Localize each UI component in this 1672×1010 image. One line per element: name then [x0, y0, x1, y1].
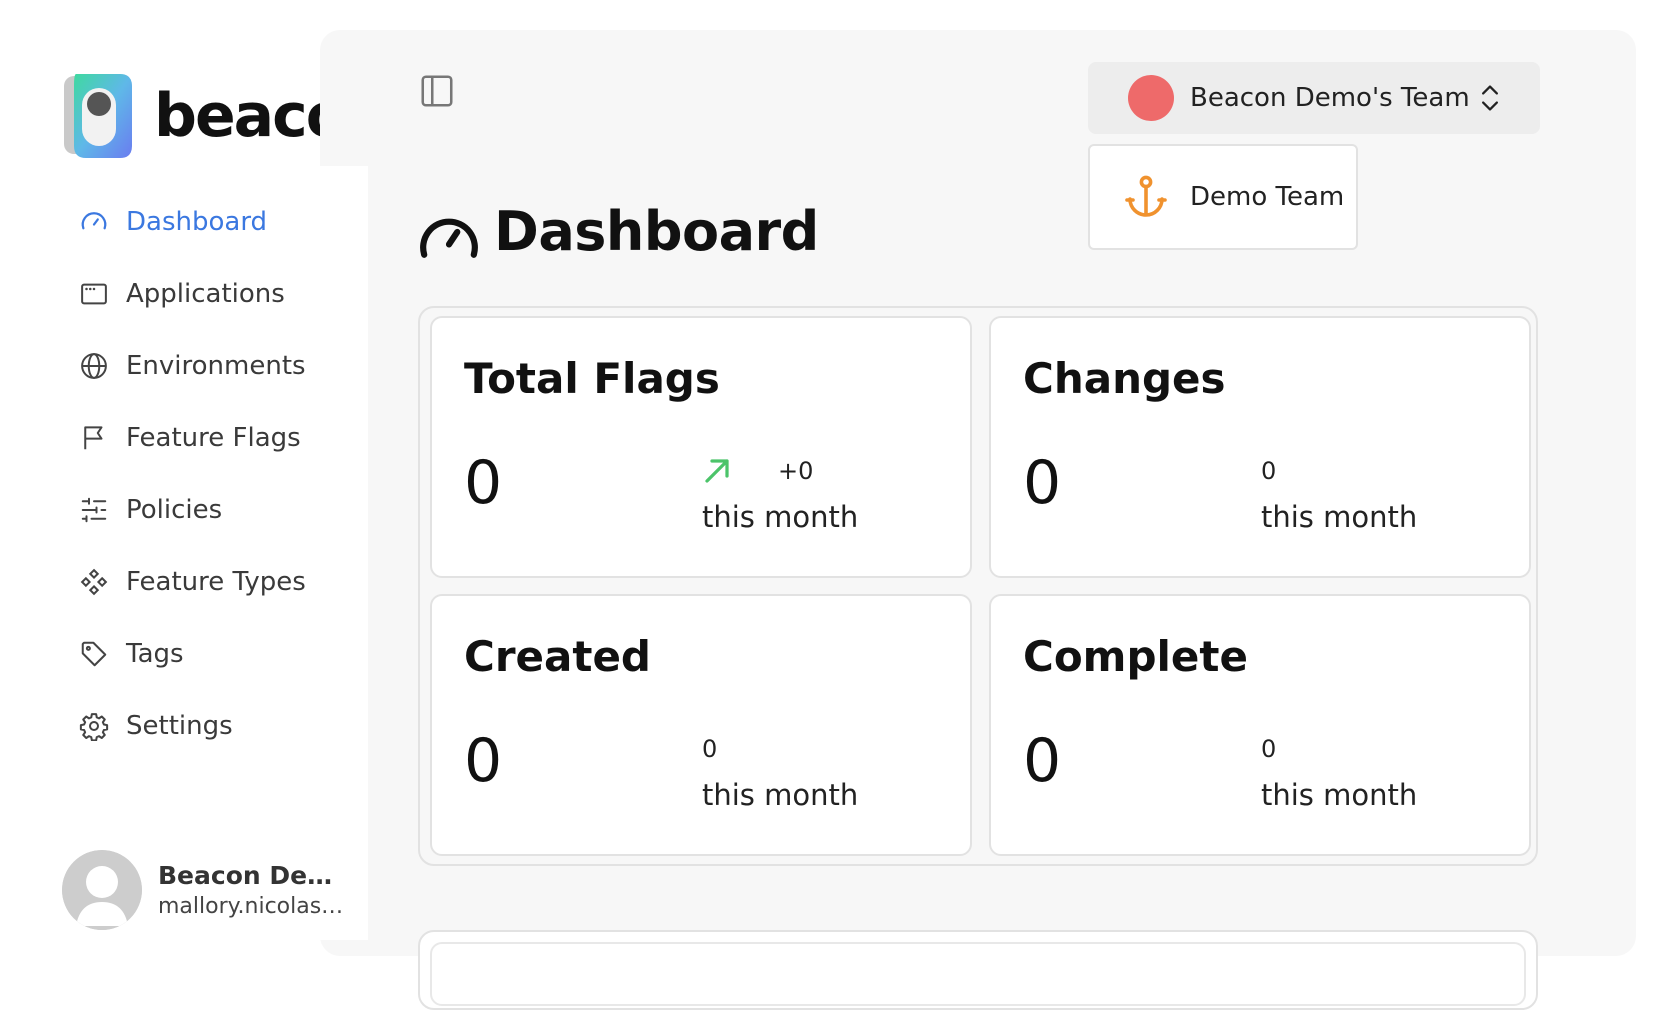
stat-card-complete: Complete 0 0 this month — [989, 594, 1531, 856]
sidebar-item-dashboard[interactable]: Dashboard — [78, 186, 306, 258]
stat-delta: 0 — [1261, 735, 1277, 763]
sidebar-item-label: Tags — [126, 639, 184, 669]
brand-logo[interactable]: beacon — [62, 72, 320, 160]
team-menu-label: Demo Team — [1190, 182, 1345, 212]
sidebar-item-label: Applications — [126, 279, 285, 309]
sidebar-item-policies[interactable]: Policies — [78, 474, 306, 546]
stat-title: Created — [464, 632, 651, 681]
stat-title: Changes — [1023, 354, 1226, 403]
sliders-icon — [78, 494, 110, 526]
stat-card-changes: Changes 0 0 this month — [989, 316, 1531, 578]
stat-delta: +0 — [778, 457, 814, 485]
globe-icon — [78, 350, 110, 382]
stat-title: Total Flags — [464, 354, 720, 403]
gauge-icon — [420, 218, 478, 258]
sidebar-item-label: Feature Flags — [126, 423, 301, 453]
user-profile[interactable]: Beacon Demo… mallory.nicolas… — [62, 850, 352, 930]
beacon-logo-icon — [64, 74, 132, 158]
flag-icon — [78, 422, 110, 454]
sidebar-nav: Dashboard Applications Environments Feat… — [78, 186, 306, 762]
stat-card-created: Created 0 0 this month — [430, 594, 972, 856]
sidebar-item-tags[interactable]: Tags — [78, 618, 306, 690]
sidebar-item-label: Dashboard — [126, 207, 268, 237]
stat-value: 0 — [464, 726, 503, 796]
secondary-panel — [418, 930, 1538, 1010]
user-email: mallory.nicolas… — [158, 894, 344, 919]
stat-delta: 0 — [1261, 457, 1277, 485]
sidebar-item-environments[interactable]: Environments — [78, 330, 306, 402]
trend-up-arrow-icon — [705, 459, 729, 483]
components-icon — [78, 566, 110, 598]
sidebar-toggle-icon[interactable] — [418, 72, 456, 110]
team-color-dot — [1128, 75, 1174, 121]
sidebar-item-label: Environments — [126, 351, 306, 381]
team-switcher-label: Beacon Demo's Team — [1190, 83, 1470, 113]
sidebar-item-feature-types[interactable]: Feature Types — [78, 546, 306, 618]
stat-period: this month — [702, 778, 859, 812]
tag-icon — [78, 638, 110, 670]
sidebar-item-label: Settings — [126, 711, 233, 741]
stat-period: this month — [1261, 778, 1418, 812]
sidebar-item-label: Feature Types — [126, 567, 306, 597]
chevron-up-down-icon — [1482, 85, 1498, 111]
secondary-panel-card — [430, 942, 1526, 1006]
stat-title: Complete — [1023, 632, 1248, 681]
brand-name: beacon — [154, 81, 320, 151]
team-menu-item-demo-team[interactable]: Demo Team — [1088, 144, 1358, 250]
sidebar: beacon Dashboard Applications Environmen… — [0, 0, 368, 994]
window-icon — [78, 278, 110, 310]
page-title: Dashboard — [418, 200, 819, 263]
stat-period: this month — [1261, 500, 1418, 534]
page-title-text: Dashboard — [494, 200, 819, 263]
user-avatar-icon — [62, 850, 142, 930]
user-name: Beacon Demo… — [158, 861, 352, 890]
stat-value: 0 — [464, 448, 503, 518]
team-switcher[interactable]: Beacon Demo's Team — [1088, 62, 1540, 134]
sidebar-item-applications[interactable]: Applications — [78, 258, 306, 330]
stat-delta: 0 — [702, 735, 718, 763]
stat-period: this month — [702, 500, 859, 534]
sidebar-item-settings[interactable]: Settings — [78, 690, 306, 762]
stat-value: 0 — [1023, 448, 1062, 518]
stats-grid: Total Flags 0 +0 this month Changes 0 0 … — [418, 306, 1538, 866]
stat-card-total-flags: Total Flags 0 +0 this month — [430, 316, 972, 578]
gear-icon — [78, 710, 110, 742]
anchor-icon — [1125, 175, 1167, 217]
stat-value: 0 — [1023, 726, 1062, 796]
gauge-icon — [78, 206, 110, 238]
sidebar-item-feature-flags[interactable]: Feature Flags — [78, 402, 306, 474]
sidebar-item-label: Policies — [126, 495, 223, 525]
avatar — [62, 850, 142, 930]
